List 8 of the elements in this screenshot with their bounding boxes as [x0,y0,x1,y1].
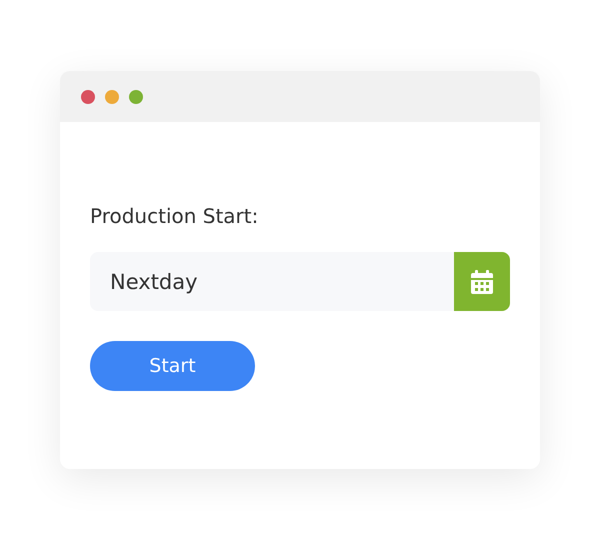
start-button[interactable]: Start [90,341,255,391]
calendar-button[interactable] [454,252,510,311]
calendar-icon [471,270,493,294]
date-field[interactable]: Nextday [90,252,454,311]
window-control[interactable] [129,90,143,104]
field-label: Production Start: [90,204,260,230]
window-control[interactable] [81,90,95,104]
window-control[interactable] [105,90,119,104]
